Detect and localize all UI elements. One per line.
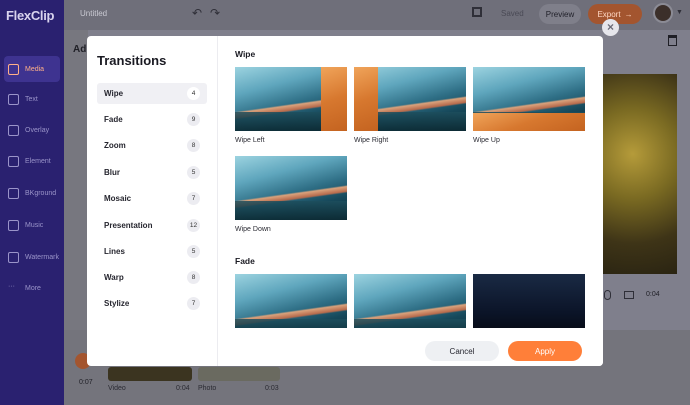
canvas-preview[interactable] (603, 74, 677, 274)
total-duration: 0:04 (646, 291, 660, 298)
sidebar-item-more[interactable]: ··· More (4, 275, 60, 301)
undo-icon[interactable]: ↶ (192, 6, 202, 20)
timeline-clip[interactable] (198, 367, 280, 381)
category-fade[interactable]: Fade 9 (97, 109, 207, 130)
transition-thumb-wipe-up[interactable] (473, 67, 585, 131)
background-icon (8, 187, 19, 199)
transition-thumb-wipe-right[interactable] (354, 67, 466, 131)
section-title-fade: Fade (235, 256, 255, 266)
panel-heading: Ad (73, 44, 87, 55)
category-presentation[interactable]: Presentation 12 (97, 215, 207, 236)
count-badge: 5 (187, 166, 200, 179)
transition-label: Wipe Left (235, 137, 265, 144)
app-logo: FlexClip (6, 8, 55, 23)
count-badge: 5 (187, 245, 200, 258)
preview-button[interactable]: Preview (539, 4, 581, 24)
subtitle-icon[interactable] (624, 291, 634, 299)
count-badge: 7 (187, 297, 200, 310)
category-stylize[interactable]: Stylize 7 (97, 293, 207, 314)
count-badge: 12 (187, 219, 200, 232)
redo-icon[interactable]: ↷ (210, 6, 220, 20)
trash-icon[interactable] (668, 35, 677, 46)
more-icon: ··· (8, 282, 15, 290)
document-title[interactable]: Untitled (80, 9, 107, 18)
timeline-clip[interactable] (108, 367, 192, 381)
close-icon[interactable]: × (602, 19, 619, 36)
fullscreen-icon[interactable] (472, 7, 482, 17)
transition-label: Wipe Up (473, 137, 500, 144)
clip-label: Video (108, 385, 126, 392)
media-icon (8, 63, 19, 75)
sidebar-item-music[interactable]: Music (4, 212, 60, 238)
category-zoom[interactable]: Zoom 8 (97, 135, 207, 156)
cancel-button[interactable]: Cancel (425, 341, 499, 361)
transition-label: Wipe Down (235, 226, 271, 233)
saved-status: Saved (501, 9, 524, 18)
microphone-icon[interactable] (604, 290, 611, 300)
transitions-modal: Transitions Wipe 4 Fade 9 Zoom 8 Blur 5 Mosa… (87, 36, 603, 366)
section-title-wipe: Wipe (235, 49, 256, 59)
sidebar: FlexClip Media Text Overlay Element BKgr… (0, 0, 64, 405)
category-warp[interactable]: Warp 8 (97, 267, 207, 288)
current-time: 0:07 (79, 379, 93, 386)
text-icon (8, 93, 19, 105)
sidebar-item-background[interactable]: BKground (4, 180, 60, 206)
category-wipe[interactable]: Wipe 4 (97, 83, 207, 104)
element-icon (8, 155, 19, 167)
sidebar-item-text[interactable]: Text (4, 86, 60, 112)
apply-button[interactable]: Apply (508, 341, 582, 361)
transition-thumb-wipe-down[interactable] (235, 156, 347, 220)
category-blur[interactable]: Blur 5 (97, 162, 207, 183)
count-badge: 9 (187, 113, 200, 126)
count-badge: 7 (187, 192, 200, 205)
clip-label: Photo (198, 385, 217, 392)
count-badge: 8 (187, 271, 200, 284)
modal-title: Transitions (97, 53, 167, 68)
music-icon (8, 219, 19, 231)
avatar[interactable] (653, 3, 673, 23)
top-bar: Untitled ↶ ↷ Saved Preview Export → ▼ (64, 0, 690, 30)
watermark-icon (8, 251, 19, 263)
category-lines[interactable]: Lines 5 (97, 241, 207, 262)
media-panel (64, 30, 88, 330)
sidebar-item-media[interactable]: Media (4, 56, 60, 82)
clip-duration: 0:04 (176, 385, 190, 392)
chevron-down-icon[interactable]: ▼ (676, 9, 683, 16)
sidebar-item-overlay[interactable]: Overlay (4, 117, 60, 143)
sidebar-item-watermark[interactable]: Watermark (4, 244, 60, 270)
category-mosaic[interactable]: Mosaic 7 (97, 188, 207, 209)
arrow-right-icon: → (624, 9, 633, 19)
clip-duration: 0:03 (265, 385, 279, 392)
transition-thumb-wipe-left[interactable] (235, 67, 347, 131)
category-list: Transitions Wipe 4 Fade 9 Zoom 8 Blur 5 Mosa… (87, 36, 218, 366)
transition-grid: Wipe Wipe Left Wipe Right Wipe Up Wipe D… (219, 36, 603, 366)
sidebar-item-element[interactable]: Element (4, 148, 60, 174)
transition-label: Wipe Right (354, 137, 389, 144)
overlay-icon (8, 124, 19, 136)
count-badge: 4 (187, 87, 200, 100)
count-badge: 8 (187, 139, 200, 152)
